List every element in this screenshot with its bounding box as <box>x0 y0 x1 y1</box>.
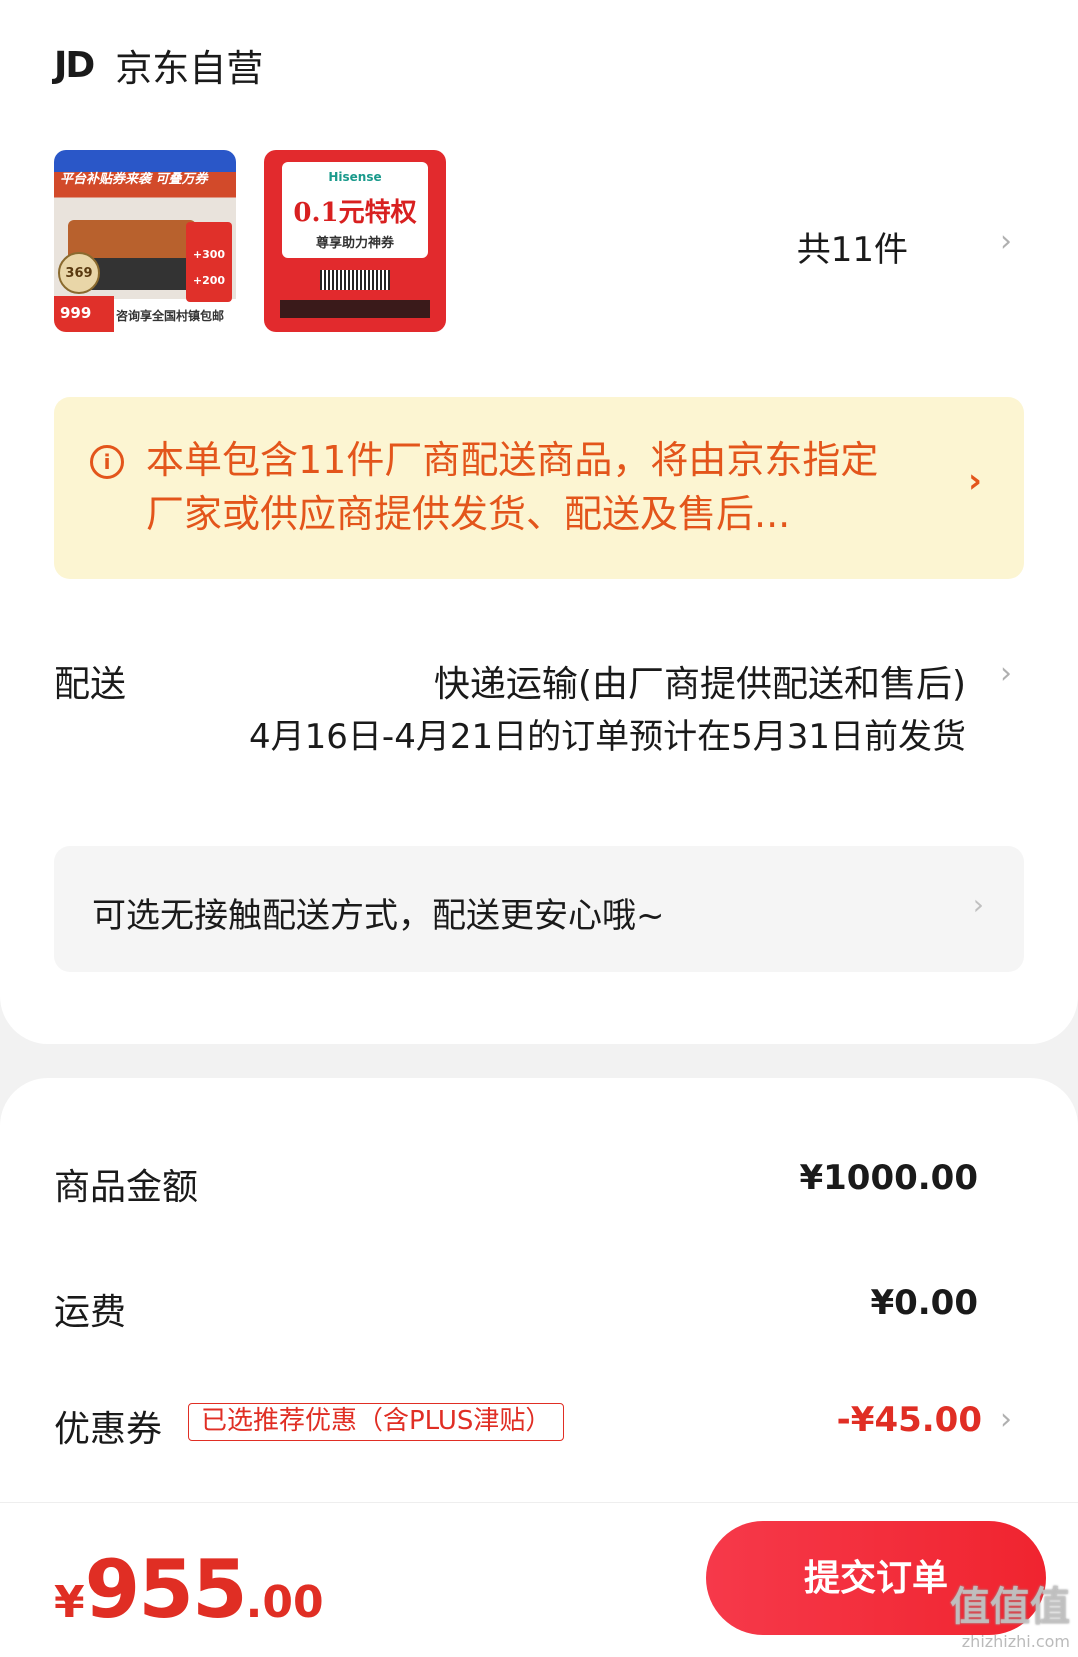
notice-text: 本单包含11件厂商配送商品，将由京东指定厂家或供应商提供发货、配送及售后... <box>146 438 879 536</box>
contactless-text: 可选无接触配送方式，配送更安心哦~ <box>92 896 665 936</box>
chevron-right-icon[interactable]: › <box>1000 656 1012 691</box>
chevron-right-icon: › <box>972 888 984 921</box>
brand-label: Hisense <box>328 170 382 184</box>
coupon-card: Hisense 0.1元特权 尊享助力神券 <box>282 162 428 258</box>
watermark-text: 值值值 <box>950 1584 1070 1630</box>
watermark: 值值值 zhizhizhi.com <box>950 1574 1070 1651</box>
thumb-footer: 咨询享全国村镇包邮 <box>116 309 225 323</box>
coupon-headline: 0.1元特权 <box>293 198 417 228</box>
shipping-value: ¥0.00 <box>870 1283 978 1323</box>
discount-tag: +300 +200 <box>186 222 232 302</box>
delivery-estimate: 4月16日-4月21日的订单预计在5月31日前发货 <box>249 717 966 757</box>
seal-badge: 369 <box>58 252 100 294</box>
item-count[interactable]: 共11件 <box>797 222 908 271</box>
coupon-selected-tag[interactable]: 已选推荐优惠（含PLUS津贴） <box>188 1403 565 1441</box>
watermark-url: zhizhizhi.com <box>961 1632 1070 1651</box>
coupon-footer-bar <box>280 300 430 318</box>
info-icon: i <box>90 445 124 479</box>
thumb-banner: 平台补贴券来袭 可叠万券 <box>60 172 208 187</box>
coupon-value[interactable]: -¥45.00 <box>837 1400 982 1440</box>
coupon-sub: 尊享助力神券 <box>315 236 394 251</box>
chevron-right-icon[interactable]: › <box>1000 1402 1012 1437</box>
chevron-right-icon[interactable]: › <box>1000 224 1012 259</box>
coupon-label: 优惠券 <box>54 1409 163 1450</box>
delivery-method[interactable]: 快递运输(由厂商提供配送和售后) <box>434 655 966 707</box>
total-integer: 955 <box>84 1543 248 1636</box>
goods-amount-value: ¥1000.00 <box>799 1158 978 1198</box>
barcode-graphic <box>320 270 390 290</box>
shop-header: JD 京东自营 <box>54 38 263 92</box>
total-price: ¥955.00 <box>54 1543 324 1636</box>
product-thumbnail-bed[interactable]: 平台补贴券来袭 可叠万券 369 +300 +200 999 咨询享全国村镇包邮 <box>54 150 236 332</box>
currency-symbol: ¥ <box>54 1577 85 1628</box>
vendor-delivery-notice[interactable]: i 本单包含11件厂商配送商品，将由京东指定厂家或供应商提供发货、配送及售后..… <box>54 397 1024 579</box>
product-thumbnail-coupon[interactable]: Hisense 0.1元特权 尊享助力神券 <box>264 150 446 332</box>
thumb-price: 999 <box>54 296 114 332</box>
goods-amount-label: 商品金额 <box>54 1167 199 1208</box>
delivery-label: 配送 <box>54 664 127 705</box>
checkout-bar: ¥955.00 提交订单 值值值 zhizhizhi.com <box>0 1502 1078 1657</box>
shop-name: 京东自营 <box>115 47 264 90</box>
chevron-right-icon: › <box>967 461 982 501</box>
contactless-delivery-option[interactable]: 可选无接触配送方式，配送更安心哦~ › <box>54 846 1024 972</box>
jd-logo: JD <box>54 44 95 86</box>
shipping-label: 运费 <box>54 1292 127 1333</box>
total-decimal: .00 <box>245 1577 324 1628</box>
order-card: JD 京东自营 平台补贴券来袭 可叠万券 369 +300 +200 999 咨… <box>0 0 1078 1044</box>
